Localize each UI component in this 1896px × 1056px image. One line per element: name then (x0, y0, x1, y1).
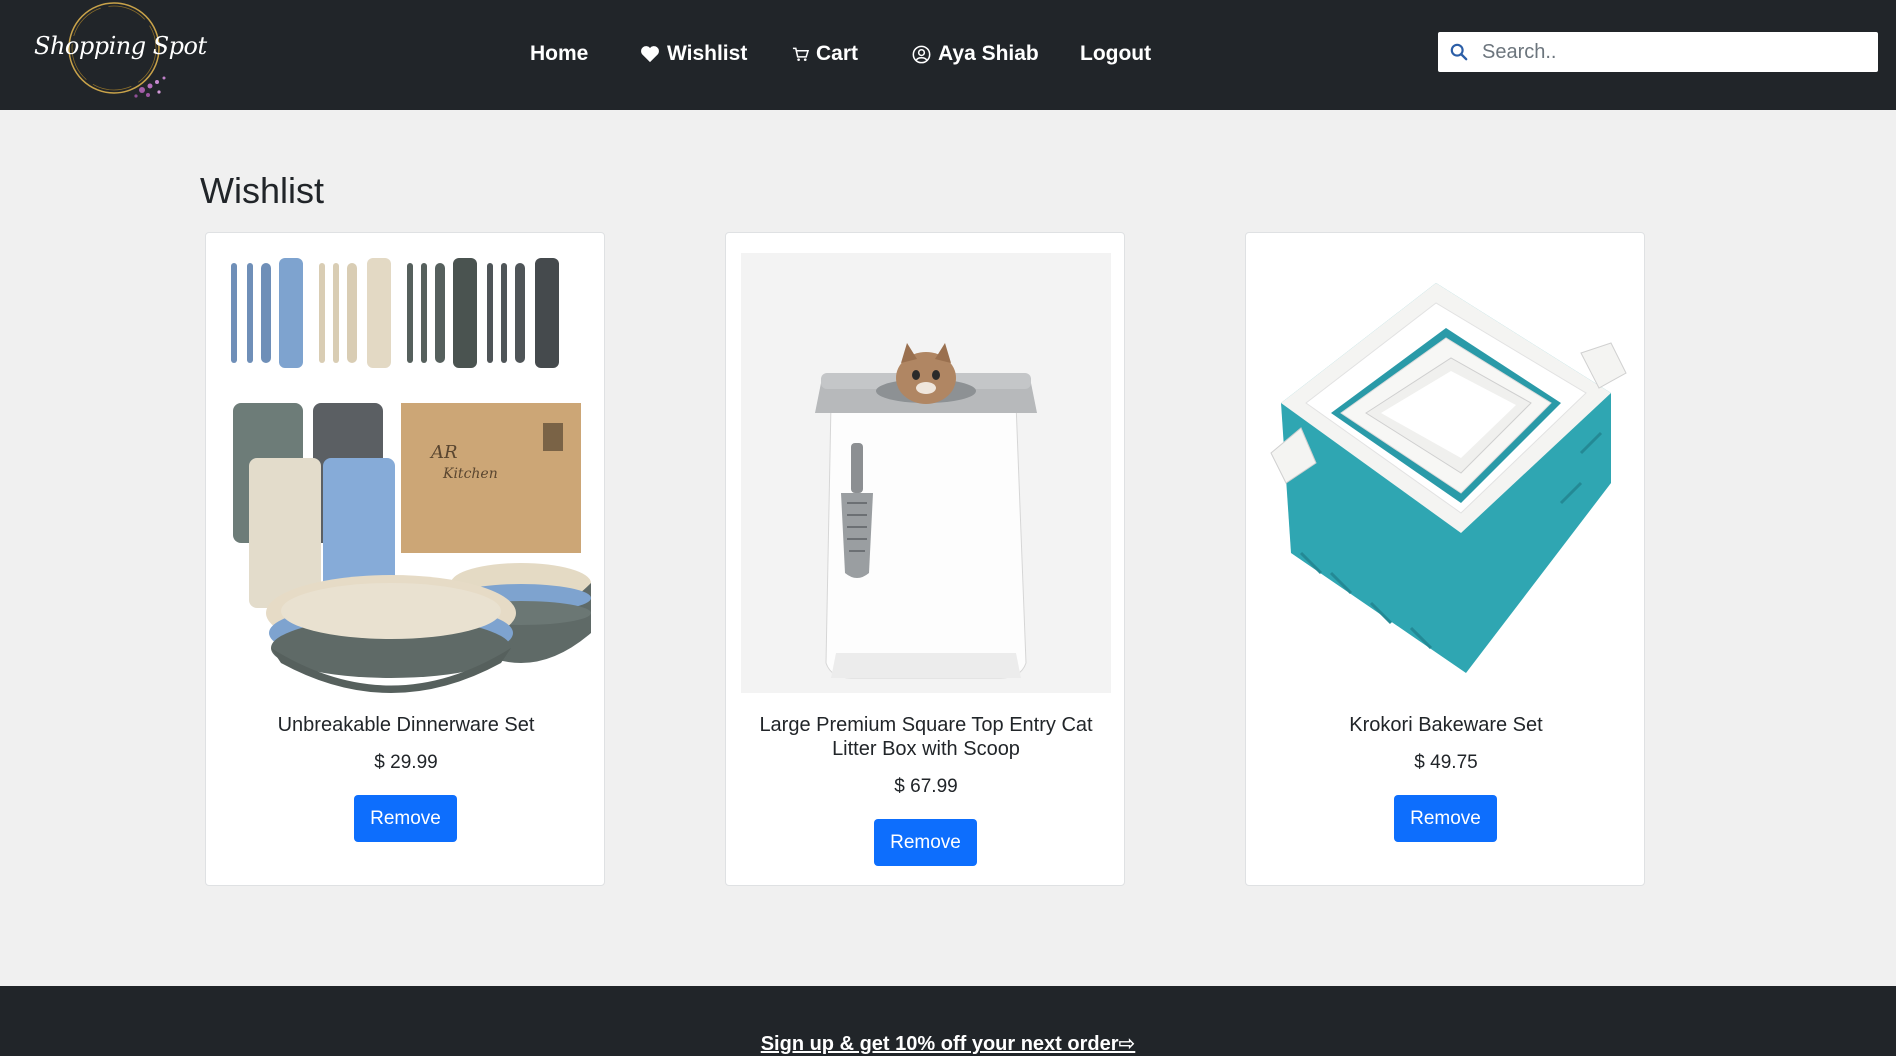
wishlist-card: Krokori Bakeware Set $ 49.75 Remove (1245, 232, 1645, 886)
arrow-right-icon: ⇨ (1118, 1033, 1136, 1055)
nav-home-link[interactable]: Home (530, 42, 588, 66)
footer: Sign up & get 10% off your next order⇨ (0, 986, 1896, 1056)
nav-logout-label: Logout (1080, 42, 1152, 65)
nav-cart-link[interactable]: Cart (792, 42, 858, 66)
page-title: Wishlist (200, 170, 324, 211)
cart-icon (792, 47, 809, 61)
nav-cart-label: Cart (816, 42, 859, 65)
product-title: Large Premium Square Top Entry Cat Litte… (759, 714, 1093, 760)
nav-user-label: Aya Shiab (938, 42, 1039, 65)
user-circle-icon (912, 45, 931, 63)
currency-symbol: $ (894, 776, 905, 797)
signup-promo-link[interactable]: Sign up & get 10% off your next order⇨ (0, 1031, 1896, 1056)
product-title: Krokori Bakeware Set (1349, 714, 1543, 736)
product-price: $ 29.99 (236, 752, 576, 774)
wishlist-card: AR Kitchen Unbreakable Dinnerware Set $ … (205, 232, 605, 886)
currency-symbol: $ (1414, 752, 1425, 773)
remove-button[interactable]: Remove (874, 819, 977, 866)
search-box (1438, 32, 1878, 72)
product-price: $ 67.99 (756, 776, 1096, 798)
product-image[interactable]: AR Kitchen (221, 253, 591, 693)
top-navbar: Shopping Spot Home Wishlist Cart Aya Shi… (0, 0, 1896, 110)
nav-wishlist-label: Wishlist (667, 42, 748, 65)
nav-home-label: Home (530, 42, 589, 65)
search-input[interactable] (1482, 34, 1862, 70)
nav-logout-link[interactable]: Logout (1080, 42, 1151, 66)
dinnerware-set-image: AR Kitchen (231, 258, 591, 693)
product-price: $ 49.75 (1276, 752, 1616, 774)
currency-symbol: $ (374, 752, 385, 773)
search-icon (1450, 43, 1468, 61)
bakeware-set-image (1270, 283, 1627, 673)
wishlist-card: Large Premium Square Top Entry Cat Litte… (725, 232, 1125, 886)
nav-wishlist-link[interactable]: Wishlist (640, 42, 747, 66)
price-value: 29.99 (390, 752, 438, 773)
heart-icon (641, 46, 659, 63)
product-title: Unbreakable Dinnerware Set (277, 714, 535, 736)
svg-text:Kitchen: Kitchen (442, 466, 498, 482)
nav-user-link[interactable]: Aya Shiab (912, 42, 1039, 66)
product-image[interactable] (1261, 253, 1631, 693)
remove-button[interactable]: Remove (354, 795, 457, 842)
remove-button[interactable]: Remove (1394, 795, 1497, 842)
price-value: 67.99 (910, 776, 958, 797)
product-image[interactable] (741, 253, 1111, 693)
price-value: 49.75 (1430, 752, 1478, 773)
svg-text:AR: AR (429, 442, 458, 463)
signup-promo-text: Sign up & get 10% off your next order (760, 1033, 1119, 1055)
cat-litter-box-image (741, 253, 1111, 693)
